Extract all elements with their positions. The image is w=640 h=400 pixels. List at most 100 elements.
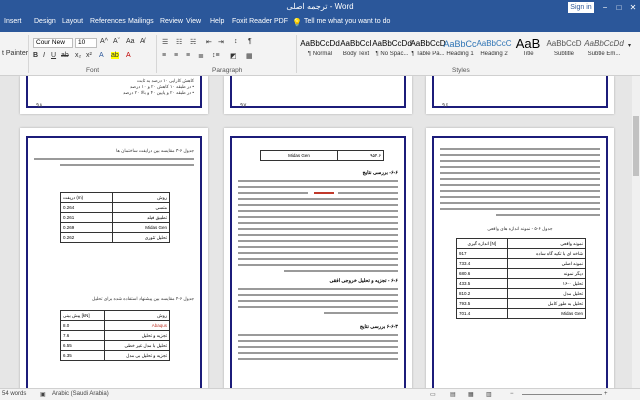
- decrease-indent-icon[interactable]: ⇤: [206, 38, 212, 46]
- text-line: [440, 172, 600, 174]
- page-number: ۹۶: [442, 103, 449, 109]
- document-area[interactable]: کاهش کارایی ۱۰ درصد به ثابت • در طبقه ۱۰…: [0, 76, 640, 388]
- align-right-icon[interactable]: ≡: [186, 52, 190, 59]
- tab-help[interactable]: Help: [210, 18, 224, 25]
- align-center-icon[interactable]: ≡: [174, 52, 178, 59]
- shading-icon[interactable]: ◩: [230, 52, 237, 60]
- zoom-slider[interactable]: [522, 394, 602, 395]
- italic-icon[interactable]: I: [43, 52, 45, 59]
- table-cell: تحلیل ۰-۱۶: [506, 278, 587, 289]
- table-cell: تحلیل با مدل غیر خطی: [103, 340, 171, 351]
- read-mode-icon[interactable]: ▤: [450, 391, 456, 398]
- align-left-icon[interactable]: ≡: [162, 52, 166, 59]
- text-line: [238, 258, 398, 260]
- tab-foxit[interactable]: Foxit Reader PDF: [232, 18, 288, 25]
- superscript-icon[interactable]: x²: [86, 52, 92, 59]
- text-line: [324, 312, 398, 314]
- tell-me-box[interactable]: Tell me what you want to do: [304, 18, 390, 25]
- underline-icon[interactable]: U: [51, 52, 56, 59]
- justify-icon[interactable]: ≣: [198, 52, 204, 60]
- text-line: [238, 222, 398, 224]
- text-line: [34, 158, 194, 160]
- style-normal[interactable]: AaBbCcDd ¶ Normal: [300, 37, 340, 65]
- maximize-button[interactable]: □: [612, 0, 626, 15]
- style-subtle-emphasis[interactable]: AaBbCcDd Subtle Em...: [584, 37, 624, 65]
- text-line: [238, 180, 398, 182]
- change-case-icon[interactable]: Aa: [126, 38, 135, 45]
- vertical-scrollbar[interactable]: [632, 76, 640, 388]
- sign-in-button[interactable]: Sign in: [568, 2, 594, 13]
- borders-icon[interactable]: ▦: [246, 52, 253, 60]
- table-cell: تجزیه و تحلیل بی مدل: [103, 350, 171, 361]
- data-table: دریفت (m) روش 0.264 متسی 0.261 تطبیق فیلد 0…: [59, 192, 170, 243]
- tab-insert[interactable]: Insert: [4, 18, 22, 25]
- numbering-icon[interactable]: ☷: [176, 38, 182, 46]
- scroll-thumb[interactable]: [633, 116, 639, 176]
- text-line: [238, 252, 398, 254]
- word-count[interactable]: 54 words: [2, 391, 26, 397]
- print-layout-icon[interactable]: ▦: [468, 391, 474, 398]
- style-title[interactable]: AaB Title: [508, 37, 548, 65]
- grow-font-icon[interactable]: A^: [100, 38, 108, 45]
- font-size-box[interactable]: 10: [75, 38, 97, 48]
- line-spacing-icon[interactable]: ↕≡: [212, 52, 220, 59]
- increase-indent-icon[interactable]: ⇥: [218, 38, 224, 46]
- text-line: [440, 184, 600, 186]
- zoom-out-icon[interactable]: −: [510, 391, 514, 397]
- style-name: Subtitle: [553, 51, 574, 57]
- bullets-icon[interactable]: ☰: [162, 38, 168, 46]
- minimize-button[interactable]: −: [598, 0, 612, 15]
- web-layout-icon[interactable]: ▥: [486, 391, 492, 398]
- clear-format-icon[interactable]: A̸: [140, 38, 145, 45]
- show-marks-icon[interactable]: ¶: [248, 38, 252, 45]
- tab-view[interactable]: View: [186, 18, 201, 25]
- style-subtitle[interactable]: AaBbCcD Subtitle: [544, 37, 584, 65]
- text-line: [440, 160, 600, 162]
- multilevel-list-icon[interactable]: ☵: [190, 38, 196, 46]
- bold-icon[interactable]: B: [33, 52, 38, 59]
- tab-references[interactable]: References: [90, 18, 126, 25]
- tab-review[interactable]: Review: [160, 18, 183, 25]
- styles-more-icon[interactable]: ▾: [628, 42, 631, 49]
- shrink-font-icon[interactable]: Aˇ: [113, 38, 120, 45]
- text-effects-icon[interactable]: A: [99, 52, 104, 59]
- font-color-icon[interactable]: A: [126, 52, 131, 59]
- table-cell: Midas Gen: [259, 150, 339, 161]
- text-line: [238, 198, 398, 200]
- table-cell: 733.4: [456, 258, 508, 269]
- table-cell: 917: [456, 248, 508, 259]
- strikethrough-icon[interactable]: ab: [61, 52, 69, 59]
- text-line: [238, 186, 398, 188]
- table-cell: دیگر نمونه: [506, 268, 587, 279]
- text-line: [238, 246, 398, 248]
- focus-mode-icon[interactable]: ▭: [430, 391, 436, 398]
- sort-icon[interactable]: ↕: [234, 38, 238, 45]
- tab-layout[interactable]: Layout: [62, 18, 83, 25]
- style-sample: AaBbCcI: [340, 39, 372, 48]
- tab-mailings[interactable]: Mailings: [128, 18, 154, 25]
- style-body-text[interactable]: AaBbCcI Body Text: [336, 37, 376, 65]
- tab-design[interactable]: Design: [34, 18, 56, 25]
- language-indicator[interactable]: Arabic (Saudi Arabia): [52, 391, 109, 397]
- font-name-box[interactable]: Cour New: [33, 38, 73, 48]
- text-line: [238, 294, 398, 296]
- style-no-spacing[interactable]: AaBbCcDd ¶ No Spac...: [372, 37, 412, 65]
- text-line: [238, 192, 308, 194]
- text-line: [440, 154, 600, 156]
- text-line: [238, 204, 398, 206]
- text-line: [238, 234, 398, 236]
- subscript-icon[interactable]: x₂: [75, 52, 81, 59]
- close-button[interactable]: ✕: [626, 0, 640, 15]
- text-line: • در طبقه ۲۰ و پایین ۴۰ و بالا ۲۰ درصد: [122, 90, 194, 95]
- text-line: [440, 190, 600, 192]
- title-bar: ترجمه اصلی - Word Sign in − □ ✕: [0, 0, 640, 15]
- text-line: [238, 240, 398, 242]
- format-painter-button[interactable]: t Painter: [2, 50, 28, 57]
- proofing-icon[interactable]: ▣: [40, 391, 46, 398]
- highlight-icon[interactable]: ab: [111, 52, 119, 59]
- zoom-in-icon[interactable]: +: [604, 391, 608, 397]
- table-cell: 0.262: [59, 232, 114, 243]
- paragraph-group-label: Paragraph: [212, 67, 243, 74]
- section-heading: ۶-۶- بررسی نتایج: [362, 170, 398, 176]
- page-right: جدول ۶-۵ - نمونه اندازه های واقعی اندازه…: [426, 128, 614, 388]
